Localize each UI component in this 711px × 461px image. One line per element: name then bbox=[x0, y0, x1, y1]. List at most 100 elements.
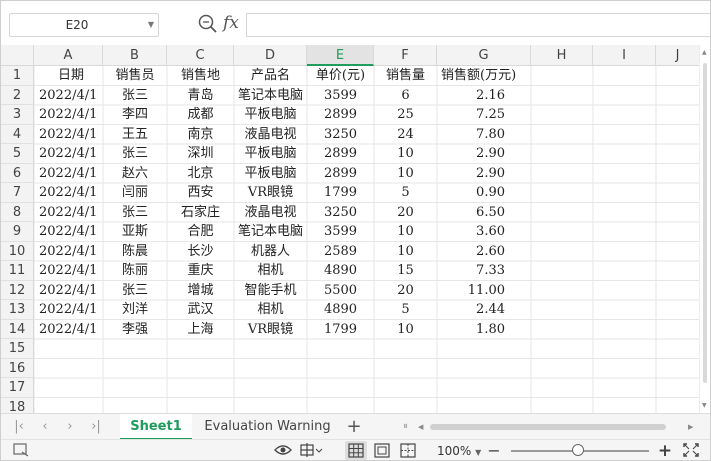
table-cell[interactable]: 2022/4/1 bbox=[34, 222, 103, 242]
table-cell[interactable]: 1799 bbox=[307, 320, 374, 340]
table-cell[interactable]: 2022/4/1 bbox=[34, 242, 103, 262]
table-cell[interactable]: 2899 bbox=[307, 144, 374, 164]
table-cell[interactable]: 长沙 bbox=[167, 242, 234, 262]
table-cell[interactable]: 2022/4/1 bbox=[34, 300, 103, 320]
vertical-scrollbar[interactable]: ▲ ▼ bbox=[699, 45, 710, 413]
table-cell[interactable]: 5500 bbox=[307, 281, 374, 301]
table-cell[interactable]: 智能手机 bbox=[234, 281, 307, 301]
table-cell[interactable]: 2.16 bbox=[437, 86, 531, 106]
table-cell[interactable]: 5 bbox=[374, 183, 437, 203]
tab-splitter-icon[interactable]: ⏸ bbox=[403, 421, 408, 432]
column-header-b[interactable]: B bbox=[103, 45, 167, 66]
horizontal-scroll-thumb[interactable] bbox=[430, 424, 666, 430]
table-cell[interactable]: 张三 bbox=[103, 203, 167, 223]
table-cell[interactable]: 7.25 bbox=[437, 105, 531, 125]
table-cell[interactable]: 合肥 bbox=[167, 222, 234, 242]
table-cell[interactable]: 液晶电视 bbox=[234, 125, 307, 145]
table-cell[interactable]: 平板电脑 bbox=[234, 105, 307, 125]
table-cell[interactable]: 西安 bbox=[167, 183, 234, 203]
table-cell[interactable]: 赵六 bbox=[103, 164, 167, 184]
table-cell[interactable]: 7.33 bbox=[437, 261, 531, 281]
table-cell[interactable]: 上海 bbox=[167, 320, 234, 340]
zoom-slider-knob[interactable] bbox=[572, 444, 584, 456]
table-cell[interactable]: 4890 bbox=[307, 261, 374, 281]
column-header-j[interactable]: J bbox=[656, 45, 700, 66]
table-cell[interactable]: 2.90 bbox=[437, 164, 531, 184]
table-cell[interactable]: 2022/4/1 bbox=[34, 320, 103, 340]
table-cell[interactable]: 24 bbox=[374, 125, 437, 145]
table-cell[interactable]: 3.60 bbox=[437, 222, 531, 242]
row-header-16[interactable]: 16 bbox=[1, 358, 34, 378]
column-header-f[interactable]: F bbox=[374, 45, 437, 66]
page-break-view-button[interactable] bbox=[397, 441, 419, 460]
table-cell[interactable]: 石家庄 bbox=[167, 203, 234, 223]
table-cell[interactable]: 20 bbox=[374, 281, 437, 301]
name-box[interactable]: E20 ▼ bbox=[9, 13, 159, 37]
freeze-panes-icon[interactable] bbox=[298, 442, 324, 460]
header-cell[interactable]: 销售员 bbox=[103, 66, 167, 86]
row-header-3[interactable]: 3 bbox=[1, 105, 34, 125]
table-cell[interactable]: 笔记本电脑 bbox=[234, 86, 307, 106]
header-cell[interactable]: 销售地 bbox=[167, 66, 234, 86]
header-cell[interactable]: 日期 bbox=[34, 66, 103, 86]
scroll-up-icon[interactable]: ▲ bbox=[702, 49, 707, 56]
table-cell[interactable]: 10 bbox=[374, 242, 437, 262]
fullscreen-icon[interactable] bbox=[681, 442, 701, 460]
table-cell[interactable]: 相机 bbox=[234, 300, 307, 320]
dropdown-arrow-icon[interactable]: ▼ bbox=[148, 14, 154, 36]
fx-label[interactable]: fx bbox=[223, 12, 239, 34]
column-header-a[interactable]: A bbox=[34, 45, 103, 66]
table-cell[interactable]: 3250 bbox=[307, 203, 374, 223]
table-cell[interactable]: 闫丽 bbox=[103, 183, 167, 203]
table-cell[interactable]: 液晶电视 bbox=[234, 203, 307, 223]
table-cell[interactable]: 王五 bbox=[103, 125, 167, 145]
row-header-5[interactable]: 5 bbox=[1, 144, 34, 164]
table-cell[interactable]: 2.44 bbox=[437, 300, 531, 320]
table-cell[interactable]: 平板电脑 bbox=[234, 144, 307, 164]
tab-evaluation-warning[interactable]: Evaluation Warning bbox=[195, 414, 340, 440]
table-cell[interactable]: 相机 bbox=[234, 261, 307, 281]
column-header-c[interactable]: C bbox=[167, 45, 234, 66]
horizontal-scrollbar[interactable]: ◀ ▶ bbox=[416, 421, 698, 433]
table-cell[interactable]: 青岛 bbox=[167, 86, 234, 106]
table-cell[interactable]: 6.50 bbox=[437, 203, 531, 223]
row-header-4[interactable]: 4 bbox=[1, 124, 34, 144]
table-cell[interactable]: 2022/4/1 bbox=[34, 164, 103, 184]
table-cell[interactable]: 10 bbox=[374, 144, 437, 164]
table-cell[interactable]: 重庆 bbox=[167, 261, 234, 281]
table-cell[interactable]: 6 bbox=[374, 86, 437, 106]
prev-sheet-icon[interactable]: ‹ bbox=[36, 417, 54, 437]
last-sheet-icon[interactable]: ›| bbox=[87, 417, 105, 437]
table-cell[interactable]: 张三 bbox=[103, 281, 167, 301]
add-sheet-button[interactable]: + bbox=[344, 415, 364, 439]
table-cell[interactable]: 1.80 bbox=[437, 320, 531, 340]
next-sheet-icon[interactable]: › bbox=[61, 417, 79, 437]
table-cell[interactable]: 亚斯 bbox=[103, 222, 167, 242]
table-cell[interactable]: 李强 bbox=[103, 320, 167, 340]
table-cell[interactable]: 2022/4/1 bbox=[34, 105, 103, 125]
header-cell[interactable]: 单价(元) bbox=[307, 66, 374, 86]
scroll-down-icon[interactable]: ▼ bbox=[702, 402, 707, 409]
row-header-13[interactable]: 13 bbox=[1, 300, 34, 320]
row-header-1[interactable]: 1 bbox=[1, 66, 34, 86]
header-cell[interactable]: 销售量 bbox=[374, 66, 437, 86]
row-header-10[interactable]: 10 bbox=[1, 241, 34, 261]
table-cell[interactable]: 2022/4/1 bbox=[34, 144, 103, 164]
table-cell[interactable]: 南京 bbox=[167, 125, 234, 145]
table-cell[interactable]: 增城 bbox=[167, 281, 234, 301]
normal-view-button[interactable] bbox=[345, 441, 367, 460]
table-cell[interactable]: 20 bbox=[374, 203, 437, 223]
row-header-15[interactable]: 15 bbox=[1, 339, 34, 359]
page-layout-view-button[interactable] bbox=[371, 441, 393, 460]
table-cell[interactable]: 机器人 bbox=[234, 242, 307, 262]
row-header-8[interactable]: 8 bbox=[1, 202, 34, 222]
table-cell[interactable]: 2022/4/1 bbox=[34, 86, 103, 106]
column-header-g[interactable]: G bbox=[437, 45, 531, 66]
row-header-17[interactable]: 17 bbox=[1, 378, 34, 398]
column-header-h[interactable]: H bbox=[531, 45, 593, 66]
vertical-scroll-thumb[interactable] bbox=[703, 63, 707, 383]
table-cell[interactable]: 2022/4/1 bbox=[34, 261, 103, 281]
table-cell[interactable]: 10 bbox=[374, 222, 437, 242]
status-corner-icon[interactable] bbox=[11, 442, 31, 460]
table-cell[interactable]: 张三 bbox=[103, 86, 167, 106]
